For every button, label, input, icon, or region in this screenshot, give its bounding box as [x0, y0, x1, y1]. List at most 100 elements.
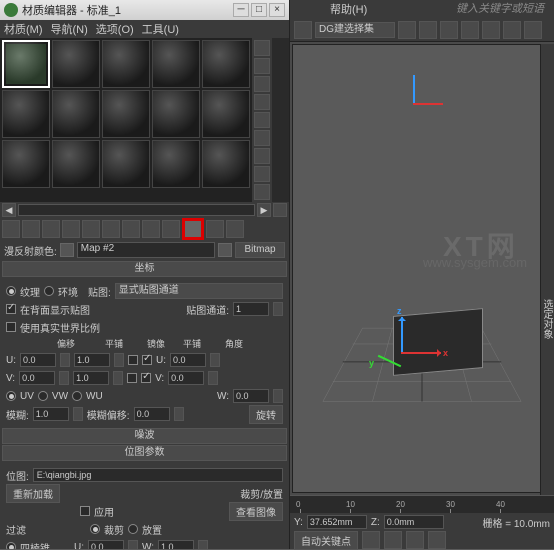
next-frame-icon[interactable] [428, 531, 446, 549]
texture-radio[interactable] [6, 286, 16, 296]
uv-radio[interactable] [6, 391, 16, 401]
perspective-viewport[interactable]: z x y XT网 www.sysgem.com [292, 44, 552, 493]
spinner-buttons[interactable] [273, 302, 283, 316]
go-forward-icon[interactable] [226, 220, 244, 238]
scroll-extra-icon[interactable] [273, 203, 287, 217]
render-setup-icon[interactable] [524, 21, 542, 39]
sample-slot[interactable] [102, 140, 150, 188]
u-tile-checkbox[interactable] [142, 355, 152, 365]
go-to-parent-icon[interactable] [206, 220, 224, 238]
sample-slot[interactable] [2, 90, 50, 138]
preview-icon[interactable] [254, 130, 270, 146]
sample-slot[interactable] [202, 140, 250, 188]
v-mirror-checkbox[interactable] [127, 373, 137, 383]
mapping-dropdown[interactable]: 显式贴图通道 [115, 283, 283, 299]
spinner-buttons[interactable] [128, 540, 138, 549]
sample-slot[interactable] [52, 140, 100, 188]
crop-w-spinner[interactable]: 1.0 [158, 540, 194, 549]
rollout-noise-header[interactable]: 噪波 [2, 428, 287, 444]
select-by-mat-icon[interactable] [254, 166, 270, 182]
vw-radio[interactable] [38, 391, 48, 401]
toolbar-icon[interactable] [294, 21, 312, 39]
sample-slot[interactable] [152, 90, 200, 138]
layers-icon[interactable] [440, 21, 458, 39]
sample-slot[interactable] [2, 140, 50, 188]
play-icon[interactable] [406, 531, 424, 549]
place-radio[interactable] [128, 524, 138, 534]
menu-material[interactable]: 材质(M) [4, 21, 43, 37]
spinner-buttons[interactable] [113, 371, 123, 385]
put-to-scene-icon[interactable] [22, 220, 40, 238]
u-angle-spinner[interactable]: 0.0 [170, 353, 206, 367]
command-panel-strip[interactable]: 选定对象 [540, 44, 554, 513]
spinner-buttons[interactable] [114, 353, 124, 367]
dropdown-arrow-icon[interactable] [218, 243, 232, 257]
blur-offset-spinner[interactable]: 0.0 [134, 407, 170, 421]
sample-slot[interactable] [52, 40, 100, 88]
scroll-left-icon[interactable]: ◀ [2, 203, 16, 217]
spinner-buttons[interactable] [210, 353, 220, 367]
show-end-result-icon[interactable] [182, 218, 204, 240]
scene-object-plane[interactable] [393, 308, 483, 376]
y-coord-field[interactable]: 37.652mm [307, 515, 367, 529]
maximize-button[interactable]: □ [251, 3, 267, 17]
autokey-button[interactable]: 自动关键点 [294, 531, 358, 550]
sample-uv-icon[interactable] [254, 94, 270, 110]
spinner-buttons[interactable] [60, 353, 70, 367]
v-tile-checkbox[interactable] [141, 373, 151, 383]
map-channel-spinner[interactable]: 1 [233, 302, 269, 316]
scroll-track[interactable] [18, 204, 255, 216]
spinner-buttons[interactable] [208, 371, 218, 385]
search-hint[interactable]: 键入关键字或短语 [456, 0, 544, 16]
prev-frame-icon[interactable] [384, 531, 402, 549]
bitmap-path-field[interactable]: E:\qiangbi.jpg [33, 468, 283, 482]
sample-slot[interactable] [102, 40, 150, 88]
schematic-icon[interactable] [482, 21, 500, 39]
crop-radio[interactable] [90, 524, 100, 534]
curve-editor-icon[interactable] [461, 21, 479, 39]
show-back-checkbox[interactable] [6, 304, 16, 314]
v-tiling-spinner[interactable]: 1.0 [73, 371, 109, 385]
eyedropper-icon[interactable] [60, 243, 74, 257]
align-icon[interactable] [419, 21, 437, 39]
apply-checkbox[interactable] [80, 506, 90, 516]
spinner-buttons[interactable] [198, 540, 208, 549]
w-angle-spinner[interactable]: 0.0 [233, 389, 269, 403]
close-button[interactable]: × [269, 3, 285, 17]
pyramidal-radio[interactable] [6, 542, 16, 549]
options-icon[interactable] [254, 148, 270, 164]
blur-spinner[interactable]: 1.0 [33, 407, 69, 421]
spinner-buttons[interactable] [174, 407, 184, 421]
view-image-button[interactable]: 查看图像 [229, 502, 283, 521]
background-icon[interactable] [254, 76, 270, 92]
rollout-bitmap-header[interactable]: 位图参数 [2, 445, 287, 461]
sample-slot[interactable] [202, 40, 250, 88]
video-check-icon[interactable] [254, 112, 270, 128]
sample-slot[interactable] [102, 90, 150, 138]
get-material-icon[interactable] [2, 220, 20, 238]
u-tiling-spinner[interactable]: 1.0 [74, 353, 110, 367]
backlight-icon[interactable] [254, 58, 270, 74]
menu-options[interactable]: 选项(O) [96, 21, 134, 37]
put-to-library-icon[interactable] [122, 220, 140, 238]
minimize-button[interactable]: ─ [233, 3, 249, 17]
mirror-icon[interactable] [398, 21, 416, 39]
material-id-icon[interactable] [142, 220, 160, 238]
key-filters-icon[interactable] [362, 531, 380, 549]
scroll-right-icon[interactable]: ▶ [257, 203, 271, 217]
reload-button[interactable]: 重新加载 [6, 484, 60, 503]
make-copy-icon[interactable] [82, 220, 100, 238]
v-angle-spinner[interactable]: 0.0 [168, 371, 204, 385]
map-name-input[interactable]: Map #2 [77, 242, 215, 258]
menu-tools[interactable]: 工具(U) [142, 21, 179, 37]
sample-slot[interactable] [2, 40, 50, 88]
sample-slot[interactable] [152, 140, 200, 188]
map-type-button[interactable]: Bitmap [235, 242, 285, 258]
rotate-button[interactable]: 旋转 [249, 405, 283, 424]
u-mirror-checkbox[interactable] [128, 355, 138, 365]
spinner-buttons[interactable] [73, 407, 83, 421]
make-unique-icon[interactable] [102, 220, 120, 238]
menu-navigate[interactable]: 导航(N) [51, 21, 88, 37]
assign-to-selection-icon[interactable] [42, 220, 60, 238]
environ-radio[interactable] [44, 286, 54, 296]
